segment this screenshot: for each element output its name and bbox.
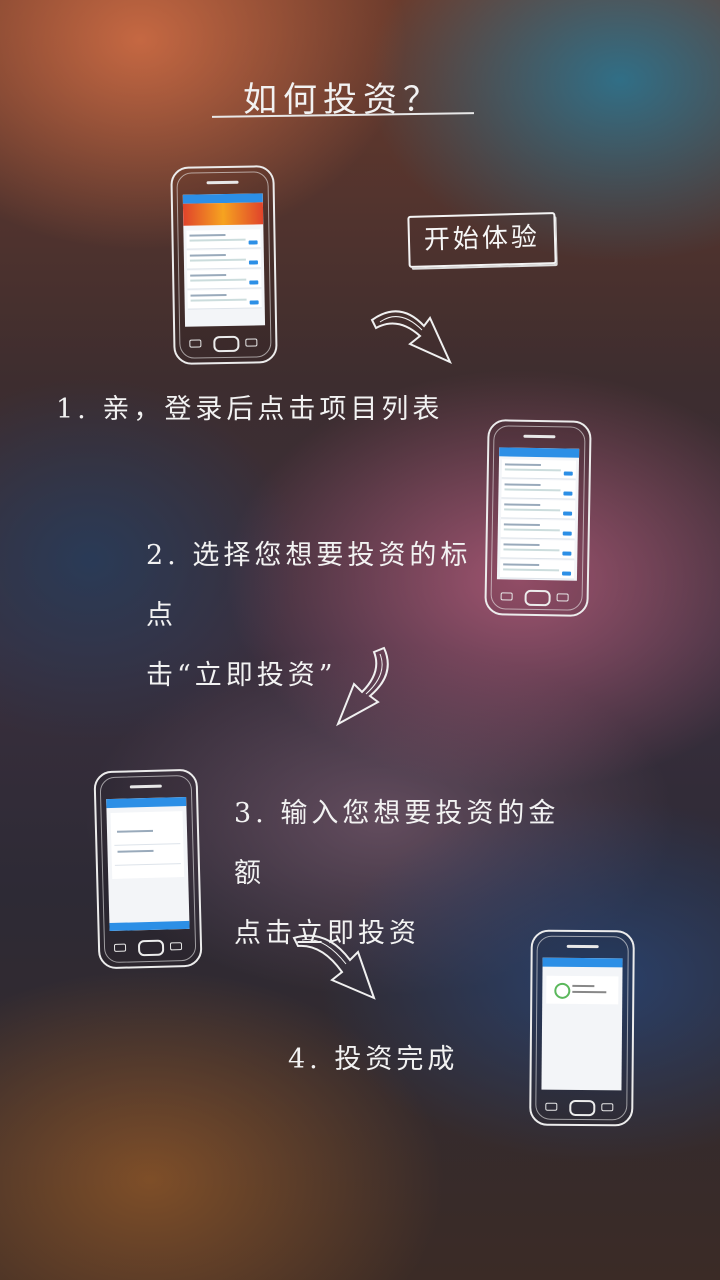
back-icon [601,1103,614,1112]
step-2-text: 2. 选择您想要投资的标点 击“立即投资” [146,526,486,706]
home-button-icon [137,939,165,957]
menu-icon [113,943,127,952]
phone-screen-success [541,957,623,1091]
phone-screen-home [182,193,266,327]
step-1-text: 1. 亲，登录后点击项目列表 [56,394,444,425]
hand-drawn-arrow-icon [370,310,453,364]
hand-drawn-arrow-icon [336,646,389,727]
back-icon [245,338,258,347]
hand-drawn-arrow-icon [292,934,376,1000]
menu-icon [189,339,202,348]
phone-illustration-success [529,929,635,1127]
phone-illustration-form [93,768,203,970]
step-2-line1: 2. 选择您想要投资的标点 [146,540,472,631]
success-card [546,975,619,1005]
back-icon [169,942,183,951]
phone-screen-list [496,447,580,581]
home-button-icon [524,589,551,607]
menu-icon [545,1102,558,1111]
menu-icon [500,592,513,601]
phone-illustration-home [170,165,278,365]
step-4-text: 4. 投资完成 [288,1044,459,1075]
step-3-text: 3. 输入您想要投资的金额 点击立即投资 [234,784,574,964]
promo-banner [182,202,264,226]
confirm-bar [109,920,190,932]
checkmark-icon [554,982,571,999]
home-button-icon [213,335,240,353]
phone-screen-form [106,796,190,932]
step-3-line2: 点击立即投资 [234,918,420,949]
step-2-line2: 击“立即投资” [146,660,337,691]
start-experience-button[interactable]: 开始体验 [407,212,557,268]
home-button-icon [569,1099,596,1117]
amount-form [110,811,185,879]
back-icon [556,593,569,602]
step-3-line1: 3. 输入您想要投资的金额 [234,798,560,889]
phone-illustration-list [484,419,592,617]
